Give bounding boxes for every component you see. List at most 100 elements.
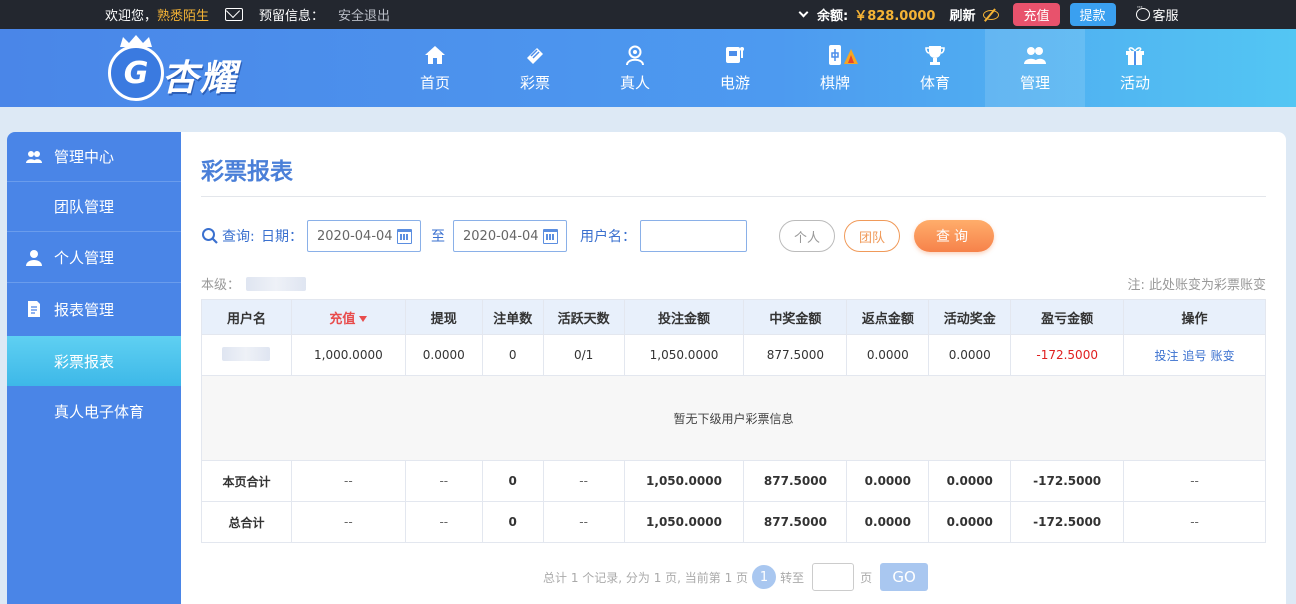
query-button[interactable]: 查询 (914, 220, 994, 252)
col-rebate-amount: 返点金额 (846, 299, 930, 335)
calendar-icon[interactable] (397, 229, 412, 244)
cell-username (201, 334, 292, 376)
transactions-link[interactable]: 账变 (1211, 349, 1235, 363)
balance-value: ￥828.0000 (854, 9, 936, 24)
lottery-ticket-icon (527, 47, 543, 64)
page-unit-label: 页 (860, 570, 873, 585)
trophy-icon (925, 45, 945, 65)
goto-page-input[interactable] (812, 563, 855, 591)
bets-link[interactable]: 投注 (1155, 349, 1179, 363)
date-from-input[interactable]: 2020-04-04 (307, 220, 421, 252)
cell-win-amount: 877.5000 (743, 460, 848, 502)
username-label: 用户名： (580, 229, 636, 245)
blurred-username (246, 276, 307, 291)
cell-recharge: -- (290, 460, 406, 502)
main-nav: 首页 彩票 真人 电游 棋牌 体育 管理 活动 (385, 29, 1185, 107)
logo-text: 杏耀 (162, 58, 239, 99)
nav-label: 棋牌 (819, 73, 850, 92)
top-bar-left: 欢迎您， 熟悉陌生 预留信息： 安全退出 (105, 0, 390, 29)
cell-bet-amount: 1,050.0000 (623, 334, 745, 376)
title-divider (201, 196, 1266, 197)
sidebar-item-personal-management[interactable]: 个人管理 (7, 233, 181, 283)
to-label: 至 (431, 229, 445, 245)
page-number-current[interactable]: 1 (752, 565, 777, 589)
sidebar-item-label: 个人管理 (54, 249, 115, 267)
nav-item-home[interactable]: 首页 (385, 29, 485, 107)
users-icon (1024, 46, 1046, 64)
logout-link[interactable]: 安全退出 (338, 5, 390, 24)
cell-win-amount: 877.5000 (743, 334, 848, 376)
sidebar-item-label: 团队管理 (54, 198, 115, 216)
logo-emblem-icon: G (108, 45, 164, 101)
page-title: 彩票报表 (201, 159, 293, 185)
calendar-icon[interactable] (543, 229, 558, 244)
team-button[interactable]: 团队 (844, 220, 900, 252)
cell-withdraw: -- (404, 460, 483, 502)
date-to-input[interactable]: 2020-04-04 (453, 220, 567, 252)
col-profit-loss: 盈亏金额 (1010, 299, 1125, 335)
mail-icon[interactable] (225, 8, 244, 21)
hot-flame-icon (844, 49, 858, 64)
balance-label: 余额: (817, 9, 849, 24)
go-button[interactable]: GO (880, 563, 929, 591)
col-actions: 操作 (1123, 299, 1266, 335)
top-bar: 欢迎您， 熟悉陌生 预留信息： 安全退出 余额: ￥828.0000 刷新 充值 … (0, 0, 1296, 29)
main-panel: 彩票报表 查询: 日期： 2020-04-04 至 2020-04-04 用户名… (181, 132, 1286, 604)
sidebar-item-team-management[interactable]: 团队管理 (7, 182, 181, 232)
nav-label: 电游 (719, 73, 750, 92)
withdraw-button[interactable]: 提款 (1069, 3, 1116, 26)
nav-item-lottery[interactable]: 彩票 (485, 29, 585, 107)
nav-label: 真人 (619, 73, 650, 92)
cell-bet-amount: 1,050.0000 (623, 501, 745, 543)
chase-link[interactable]: 追号 (1183, 349, 1207, 363)
report-table: 用户名 充值 提现 注单数 活跃天数 投注金额 中奖金额 返点金额 活动奖金 盈… (201, 299, 1266, 543)
nav-item-slots[interactable]: 电游 (685, 29, 785, 107)
nav-label: 首页 (419, 73, 450, 92)
filter-bar: 查询: 日期： 2020-04-04 至 2020-04-04 用户名： 个人 … (201, 220, 1271, 252)
sort-desc-icon[interactable] (359, 316, 368, 322)
nav-item-chess[interactable]: 棋牌 (785, 29, 885, 107)
col-activity-bonus: 活动奖金 (928, 299, 1012, 335)
cell-actions: 投注 追号 账变 (1123, 334, 1266, 376)
personal-button[interactable]: 个人 (779, 220, 835, 252)
header: G 杏耀 首页 彩票 真人 电游 棋牌 体育 管理 活动 (0, 29, 1296, 107)
nav-item-manage[interactable]: 管理 (985, 29, 1085, 107)
users-icon (26, 150, 42, 163)
cell-rebate: 0.0000 (846, 501, 930, 543)
username-input[interactable] (640, 220, 747, 252)
hide-balance-eye-icon[interactable] (983, 9, 1000, 20)
nav-item-activity[interactable]: 活动 (1085, 29, 1185, 107)
sidebar-item-label: 报表管理 (54, 300, 115, 319)
reserved-info-label[interactable]: 预留信息： (259, 5, 324, 24)
home-icon (425, 45, 445, 64)
refresh-link[interactable]: 刷新 (949, 5, 975, 24)
cell-withdraw: -- (404, 501, 483, 543)
recharge-button[interactable]: 充值 (1013, 3, 1060, 26)
empty-row: 暂无下级用户彩票信息 (201, 375, 1266, 461)
sidebar-item-label: 真人电子体育 (54, 402, 145, 421)
chevron-down-icon[interactable] (798, 7, 809, 18)
nav-item-sports[interactable]: 体育 (885, 29, 985, 107)
col-withdraw: 提现 (404, 299, 483, 335)
nav-label: 彩票 (519, 73, 550, 92)
sidebar-item-live-electronic-sports[interactable]: 真人电子体育 (7, 386, 181, 436)
username[interactable]: 熟悉陌生 (157, 5, 209, 24)
cell-withdraw: 0.0000 (404, 334, 483, 376)
cell-rebate: 0.0000 (846, 460, 930, 502)
logo[interactable]: G 杏耀 (106, 35, 256, 103)
sidebar-item-report-management[interactable]: 报表管理 (7, 284, 181, 334)
col-recharge-sortable[interactable]: 充值 (290, 299, 406, 335)
cell-profit-loss: -172.5000 (1010, 501, 1125, 543)
gift-icon (1126, 46, 1144, 65)
nav-item-live[interactable]: 真人 (585, 29, 685, 107)
level-label: 本级： (201, 274, 307, 293)
sidebar-item-lottery-report[interactable]: 彩票报表 (7, 336, 181, 386)
empty-message: 暂无下级用户彩票信息 (201, 375, 1266, 461)
sidebar-item-management-center[interactable]: 管理中心 (7, 132, 181, 182)
sidebar-item-label: 彩票报表 (54, 352, 115, 371)
date-to-value: 2020-04-04 (463, 228, 539, 244)
customer-service-link[interactable]: 客服 (1135, 3, 1179, 24)
page-total-row: 本页合计 -- -- 0 -- 1,050.0000 877.5000 0.00… (201, 460, 1266, 502)
search-icon (201, 220, 219, 252)
chat-bubble-icon (1135, 3, 1150, 21)
